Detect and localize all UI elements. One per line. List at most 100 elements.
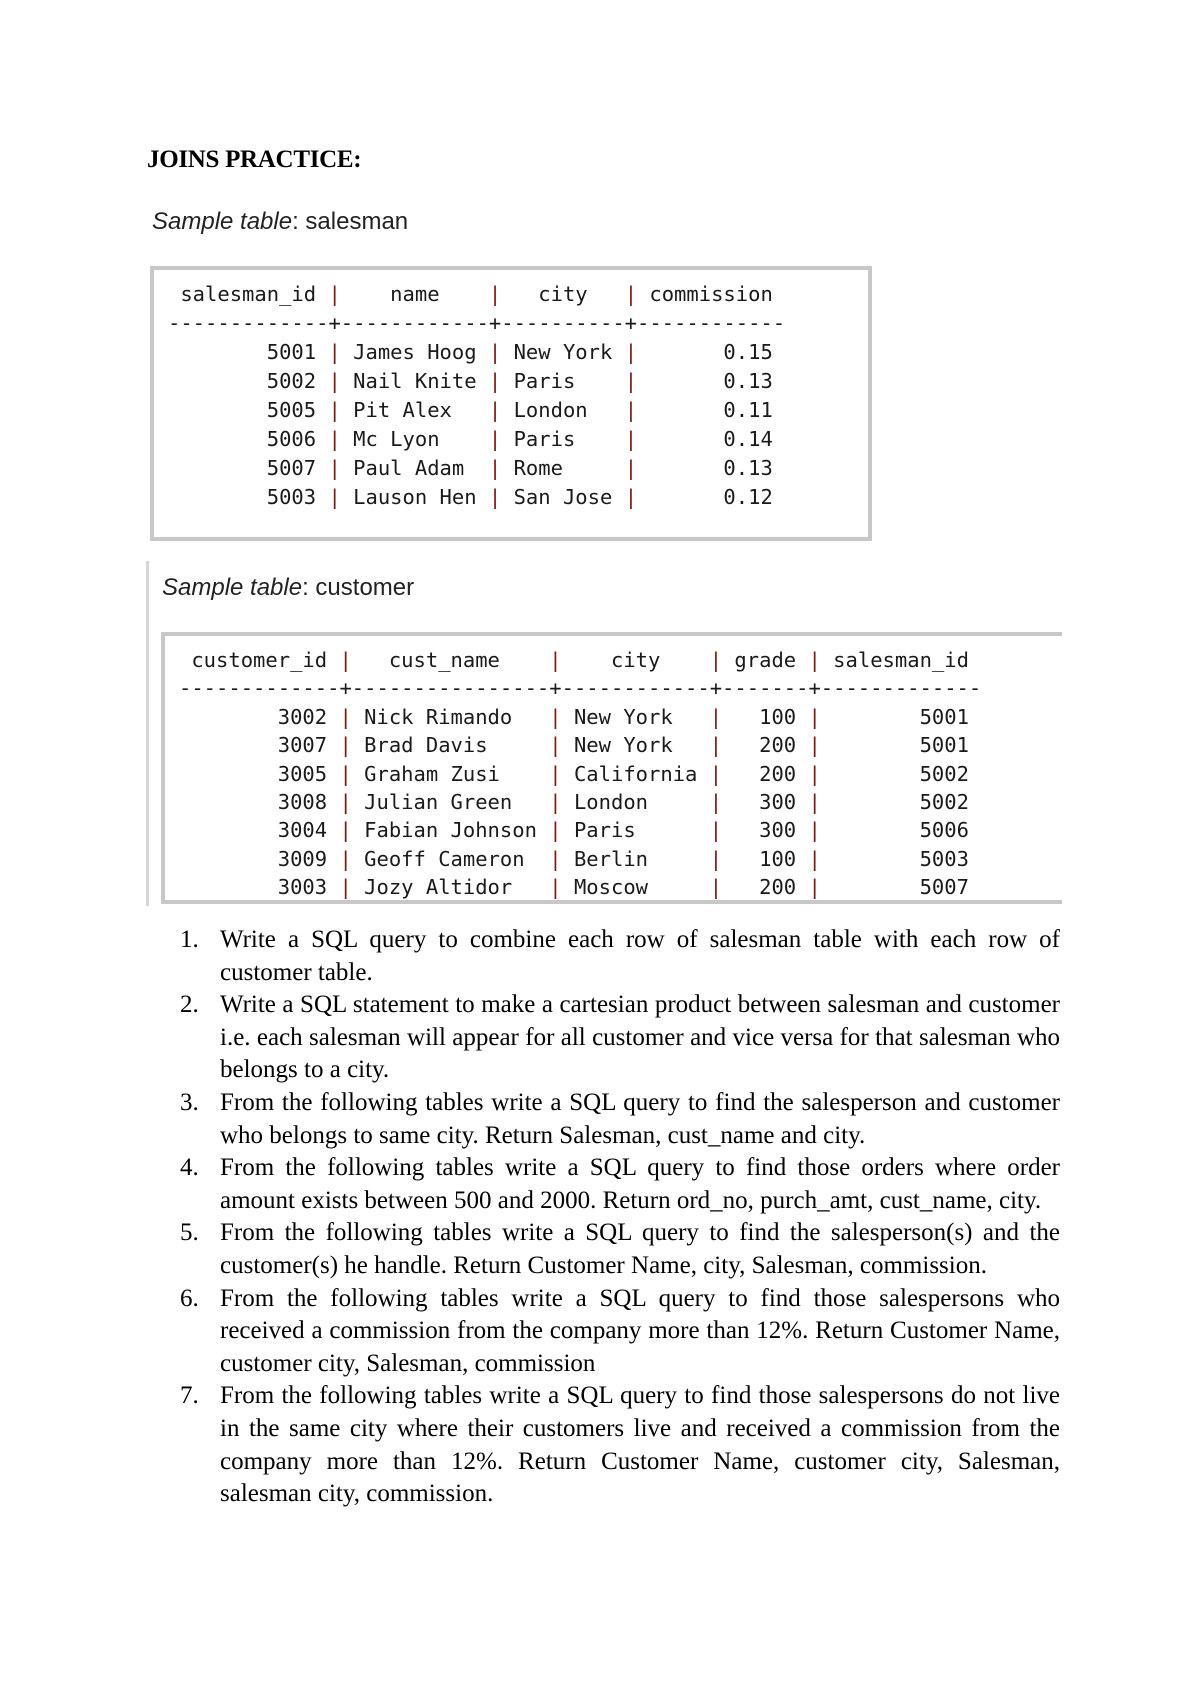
column-separator: | <box>488 427 502 451</box>
column-separator: | <box>624 485 638 509</box>
table-cell: Brad Davis <box>364 733 537 758</box>
column-separator: | <box>624 398 638 422</box>
question-text: Write a SQL statement to make a cartesia… <box>220 991 1060 1084</box>
header-divider: -------------+----------------+---------… <box>179 676 982 701</box>
column-header: salesman_id <box>180 282 317 306</box>
table-cell: 3007 <box>191 733 328 758</box>
table-cell: Moscow <box>573 875 698 900</box>
table-row: 3004 | Fabian Johnson | Paris | 300 | 50… <box>179 818 969 842</box>
table-row: 3002 | Nick Rimando | New York | 100 | 5… <box>179 705 969 729</box>
column-separator: | <box>808 733 821 758</box>
table-cell: Lauson Hen <box>353 485 477 509</box>
column-separator: | <box>549 875 562 900</box>
table-cell: 3002 <box>191 704 328 729</box>
column-separator: | <box>549 648 562 672</box>
table-cell: 5001 <box>833 704 969 729</box>
column-header: city <box>573 648 698 672</box>
column-header: commission <box>649 282 773 306</box>
column-separator: | <box>808 790 821 815</box>
table-row: 5001 | James Hoog | New York | 0.15 <box>168 340 773 364</box>
table-cell: Paul Adam <box>353 456 477 480</box>
column-separator: | <box>339 704 352 729</box>
column-separator: | <box>339 875 352 900</box>
column-separator: | <box>328 369 341 393</box>
column-separator: | <box>808 846 821 871</box>
column-separator: | <box>488 485 502 509</box>
table-row: 3009 | Geoff Cameron | Berlin | 100 | 50… <box>179 847 969 871</box>
table-cell: California <box>573 761 698 786</box>
question-number: 7. <box>180 1382 199 1410</box>
column-separator: | <box>709 761 723 786</box>
column-separator: | <box>328 282 341 306</box>
table-cell: 0.13 <box>649 369 773 393</box>
table-cell: 100 <box>734 704 797 729</box>
column-separator: | <box>709 818 723 843</box>
question-item: 7. From the following tables write a SQL … <box>180 1380 1060 1510</box>
caption-suffix: : salesman <box>292 208 409 235</box>
column-separator: | <box>709 733 723 758</box>
customer-table-box: customer_id | cust_name | city | grade |… <box>161 632 1062 904</box>
question-item: 5. From the following tables write a SQL … <box>180 1217 1060 1282</box>
table-cell: Paris <box>513 427 613 451</box>
column-separator: | <box>709 875 723 900</box>
table-cell: London <box>573 790 698 815</box>
question-number: 4. <box>180 1154 199 1182</box>
caption-prefix: Sample table <box>152 208 293 235</box>
table-row: 5005 | Pit Alex | London | 0.11 <box>168 398 773 422</box>
column-separator: | <box>709 648 723 672</box>
table-cell: 0.15 <box>649 340 773 364</box>
table-cell: Nick Rimando <box>364 704 537 729</box>
table-cell: 5002 <box>833 790 969 815</box>
customer-table-caption: Sample table: customer <box>162 574 414 602</box>
salesman-table-box: salesman_id | name | city | commission -… <box>150 266 872 541</box>
question-item: 6. From the following tables write a SQL … <box>180 1283 1060 1381</box>
header-row: customer_id | cust_name | city | grade |… <box>179 648 969 672</box>
customer-block-rule <box>146 561 149 906</box>
table-cell: 300 <box>734 790 797 815</box>
table-row: 3008 | Julian Green | London | 300 | 500… <box>179 790 969 814</box>
column-separator: | <box>339 761 352 786</box>
table-cell: Fabian Johnson <box>364 818 537 843</box>
header-divider: -------------+------------+----------+--… <box>168 311 786 335</box>
table-cell: 0.13 <box>649 456 773 480</box>
question-text: From the following tables write a SQL qu… <box>220 1284 1060 1377</box>
table-cell: 5003 <box>180 485 317 509</box>
table-cell: 3004 <box>191 818 328 843</box>
table-cell: 5007 <box>180 456 317 480</box>
column-separator: | <box>549 790 562 815</box>
table-row: 5007 | Paul Adam | Rome | 0.13 <box>168 456 773 480</box>
table-cell: 5001 <box>180 340 317 364</box>
table-cell: 3005 <box>191 761 328 786</box>
table-cell: James Hoog <box>353 340 477 364</box>
table-cell: San Jose <box>513 485 613 509</box>
table-cell: 5001 <box>833 733 969 758</box>
table-cell: Geoff Cameron <box>364 846 537 871</box>
column-separator: | <box>709 790 723 815</box>
question-number: 1. <box>180 926 199 953</box>
question-text: From the following tables write a SQL qu… <box>220 1219 1060 1279</box>
table-cell: 5003 <box>833 846 969 871</box>
question-number: 6. <box>180 1284 199 1312</box>
column-header: salesman_id <box>833 648 969 672</box>
customer-table: customer_id | cust_name | city | grade |… <box>179 646 982 900</box>
column-separator: | <box>328 427 341 451</box>
question-number: 2. <box>180 991 199 1019</box>
table-cell: 200 <box>734 875 797 900</box>
table-cell: 0.11 <box>649 398 773 422</box>
table-cell: Pit Alex <box>353 398 477 422</box>
table-cell: 100 <box>734 846 797 871</box>
table-cell: 300 <box>734 818 797 843</box>
question-item: 2. Write a SQL statement to make a cartes… <box>180 989 1060 1087</box>
question-item: 3. From the following tables write a SQL … <box>180 1087 1060 1152</box>
column-header: name <box>353 282 477 306</box>
question-text: From the following tables write a SQL qu… <box>220 1382 1060 1508</box>
column-separator: | <box>624 456 638 480</box>
column-separator: | <box>624 427 638 451</box>
column-separator: | <box>549 733 562 758</box>
column-separator: | <box>808 704 821 729</box>
question-item: 1. Write a SQL query to combine each row … <box>180 924 1060 989</box>
table-cell: 5006 <box>180 427 317 451</box>
column-separator: | <box>488 282 502 306</box>
column-separator: | <box>808 818 821 843</box>
column-separator: | <box>488 398 502 422</box>
